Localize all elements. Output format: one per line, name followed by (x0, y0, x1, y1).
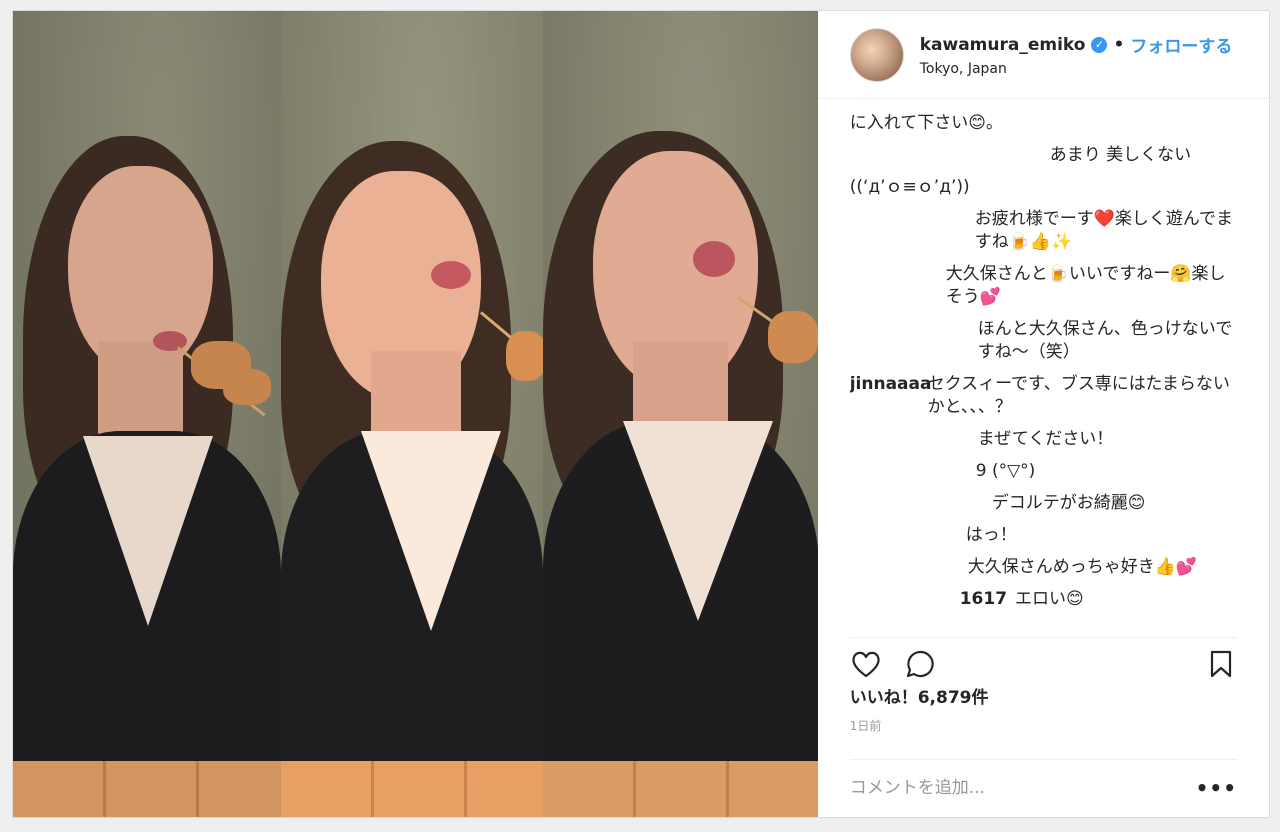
follow-button[interactable]: フォローする (1130, 32, 1232, 57)
comment-item: あまり 美しくない (850, 144, 1239, 167)
comment-item: デコルテがお綺麗😊 (850, 492, 1239, 515)
photo-panel-1 (13, 11, 281, 817)
post-time[interactable]: 1日前 (850, 717, 882, 734)
comment-input[interactable] (849, 777, 1196, 798)
verified-badge-icon: ✓ (1091, 36, 1108, 53)
add-comment-section: ••• (849, 759, 1237, 815)
comment-text: に入れて下さい😊。 (849, 113, 1003, 133)
comment-item: はっ！ (850, 524, 1239, 547)
comment-item: に入れて下さい😊。 (850, 112, 1239, 135)
comments-list[interactable]: に入れて下さい😊。 あまり 美しくない ((‘д’ｏ≡ｏ’д’)) お疲れ様でー… (850, 103, 1239, 623)
comment-item: まぜてください！ (850, 428, 1239, 451)
comment-text: セクスィーです、ブス専にはたまらないかと、、、？ (927, 374, 1230, 417)
post-header: kawamura_emiko ✓ • フォローする Tokyo, Japan (817, 11, 1269, 99)
comment-button[interactable] (904, 648, 936, 680)
comment-item: ((‘д’ｏ≡ｏ’д’)) (850, 176, 1239, 199)
comment-text: 9 (°▽°) (975, 461, 1036, 481)
likes-count[interactable]: いいね！6,879件 (850, 683, 989, 708)
comment-item: 大久保さんめっちゃ好き👍💕 (850, 556, 1239, 579)
comment-text: エロい😊 (1015, 589, 1084, 609)
comment-item: 大久保さんと🍺いいですねー🤗楽しそう💕 (850, 263, 1239, 309)
comment-item: ほんと大久保さん、色っけないですね〜（笑） (850, 318, 1239, 364)
comment-text: あまり 美しくない (1049, 145, 1192, 165)
photo-panel-3 (543, 11, 818, 817)
comment-text: ほんと大久保さん、色っけないですね〜（笑） (977, 319, 1233, 362)
action-bar (849, 637, 1237, 680)
post-frame: kawamura_emiko ✓ • フォローする Tokyo, Japan に… (12, 10, 1270, 818)
save-button[interactable] (1205, 648, 1237, 680)
comment-user[interactable]: 1617 (960, 588, 1007, 611)
comment-text: デコルテがお綺麗😊 (991, 493, 1146, 513)
comment-user[interactable]: jinnaaaa (850, 373, 932, 419)
username-link[interactable]: kawamura_emiko (920, 35, 1086, 55)
comment-text: 大久保さんと🍺いいですねー🤗楽しそう💕 (945, 264, 1226, 307)
comment-item: jinnaaaa セクスィーです、ブス専にはたまらないかと、、、？ (850, 373, 1239, 419)
bookmark-icon (1210, 650, 1232, 677)
comment-text: 大久保さんめっちゃ好き👍💕 (967, 557, 1198, 577)
more-options-button[interactable]: ••• (1196, 776, 1237, 800)
like-button[interactable] (850, 648, 882, 680)
post-image[interactable] (13, 11, 818, 817)
comment-text: まぜてください！ (977, 429, 1114, 449)
photo-panel-2 (281, 11, 543, 817)
post-sidebar: kawamura_emiko ✓ • フォローする Tokyo, Japan に… (817, 11, 1269, 817)
comment-text: はっ！ (965, 525, 1017, 545)
avatar[interactable] (849, 27, 904, 82)
comment-icon (906, 650, 934, 677)
heart-icon (852, 651, 880, 677)
comment-item: お疲れ様でーす❤️楽しく遊んでますね🍺👍✨ (850, 208, 1239, 254)
separator-dot: • (1113, 34, 1125, 55)
comment-text: ((‘д’ｏ≡ｏ’д’)) (849, 177, 970, 197)
location-link[interactable]: Tokyo, Japan (920, 61, 1233, 77)
comment-item: 1617 エロい😊 (850, 588, 1239, 611)
comment-text: お疲れ様でーす❤️楽しく遊んでますね🍺👍✨ (974, 209, 1234, 252)
comment-item: 9 (°▽°) (850, 460, 1239, 483)
